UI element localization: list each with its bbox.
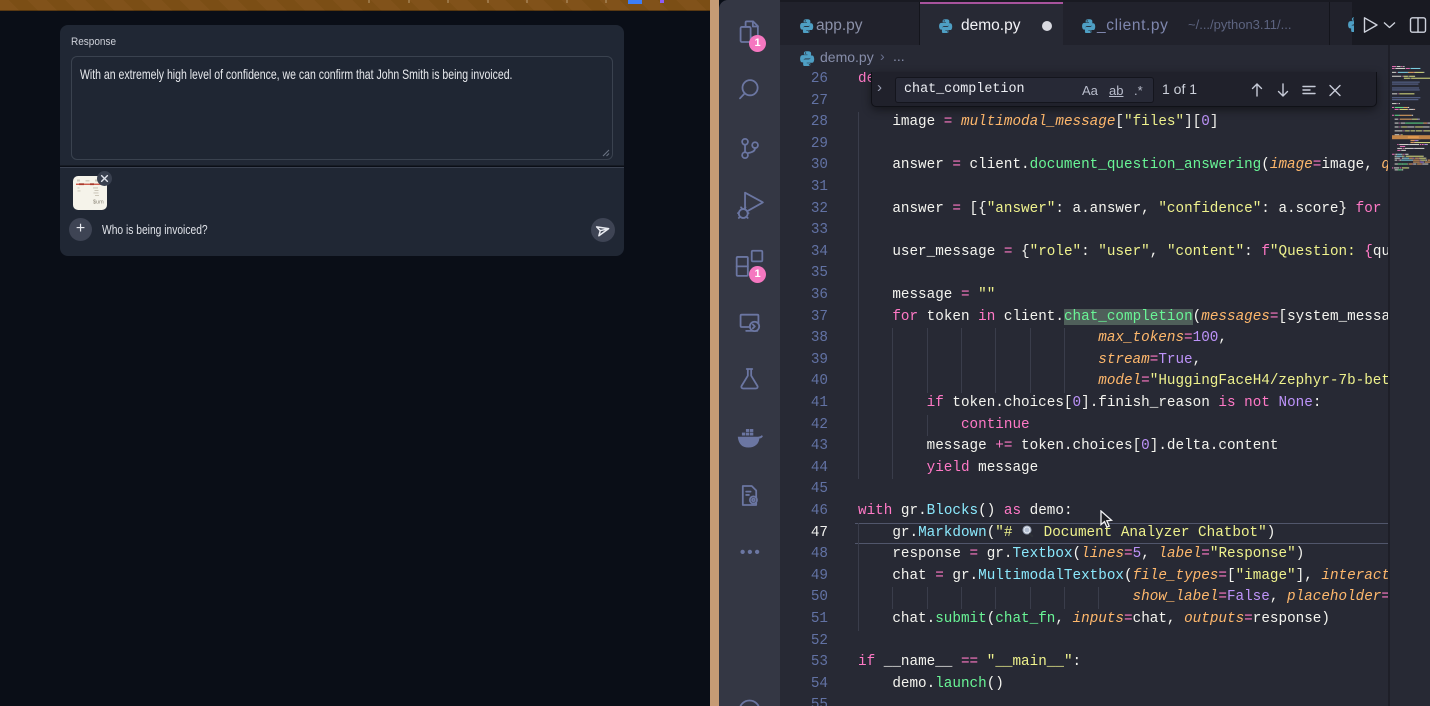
svg-text:$um: $um bbox=[93, 200, 104, 206]
